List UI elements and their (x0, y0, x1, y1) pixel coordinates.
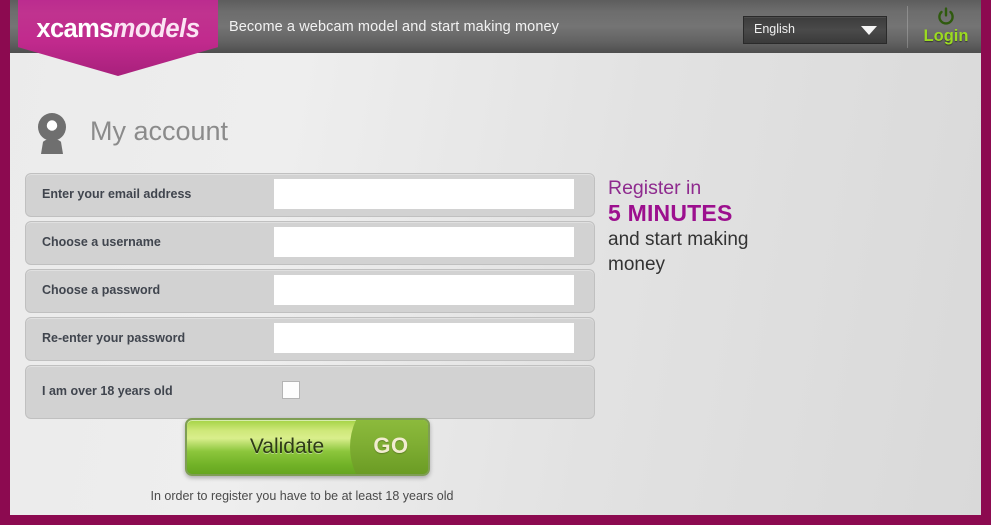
confirm-password-field[interactable] (274, 323, 574, 353)
page-title: My account (90, 116, 229, 146)
go-badge-label: GO (373, 433, 409, 458)
password-field[interactable] (274, 275, 574, 305)
login-label: Login (923, 27, 969, 45)
site-logo-text: xcamsmodels (18, 14, 218, 44)
language-select-value: English (754, 22, 795, 36)
logo-part-secondary: models (112, 15, 200, 43)
page-frame: Become a webcam model and start making m… (0, 0, 991, 525)
form-label-confirm-password: Re-enter your password (42, 331, 186, 345)
form-row-username: Choose a username (25, 221, 595, 265)
validate-button-label: Validate (249, 435, 325, 458)
form-row-confirm-password: Re-enter your password (25, 317, 595, 361)
promo-line-2: 5 MINUTES (608, 200, 733, 226)
email-field[interactable] (274, 179, 574, 209)
form-row-password: Choose a password (25, 269, 595, 313)
header-divider (907, 6, 908, 48)
promo-line-3: and start making money (608, 229, 749, 275)
login-button[interactable]: Login (915, 6, 977, 50)
webcam-user-icon (38, 113, 66, 154)
form-label-email: Enter your email address (42, 187, 192, 201)
logo-part-primary: xcams (36, 15, 113, 43)
age-confirmation-checkbox[interactable] (282, 381, 300, 399)
form-row-email: Enter your email address (25, 173, 595, 217)
site-logo[interactable]: xcamsmodels (18, 0, 218, 76)
registration-form: Enter your email address Choose a userna… (25, 173, 595, 423)
promo-block: Register in 5 MINUTES and start making m… (608, 176, 858, 277)
validate-button[interactable]: Validate GO (185, 418, 430, 476)
page-content: Become a webcam model and start making m… (10, 0, 981, 515)
power-icon (938, 7, 954, 25)
language-select[interactable]: English (743, 16, 887, 44)
validate-button-wrap: Validate GO (185, 418, 430, 476)
form-row-age-confirmation: I am over 18 years old (25, 365, 595, 419)
promo-line-1: Register in (608, 177, 702, 199)
form-label-age-confirmation: I am over 18 years old (42, 384, 173, 398)
form-label-username: Choose a username (42, 235, 161, 249)
form-label-password: Choose a password (42, 283, 161, 297)
header-tagline: Become a webcam model and start making m… (229, 19, 559, 35)
age-requirement-note: In order to register you have to be at l… (150, 489, 454, 503)
username-field[interactable] (274, 227, 574, 257)
chevron-down-icon (861, 26, 877, 35)
